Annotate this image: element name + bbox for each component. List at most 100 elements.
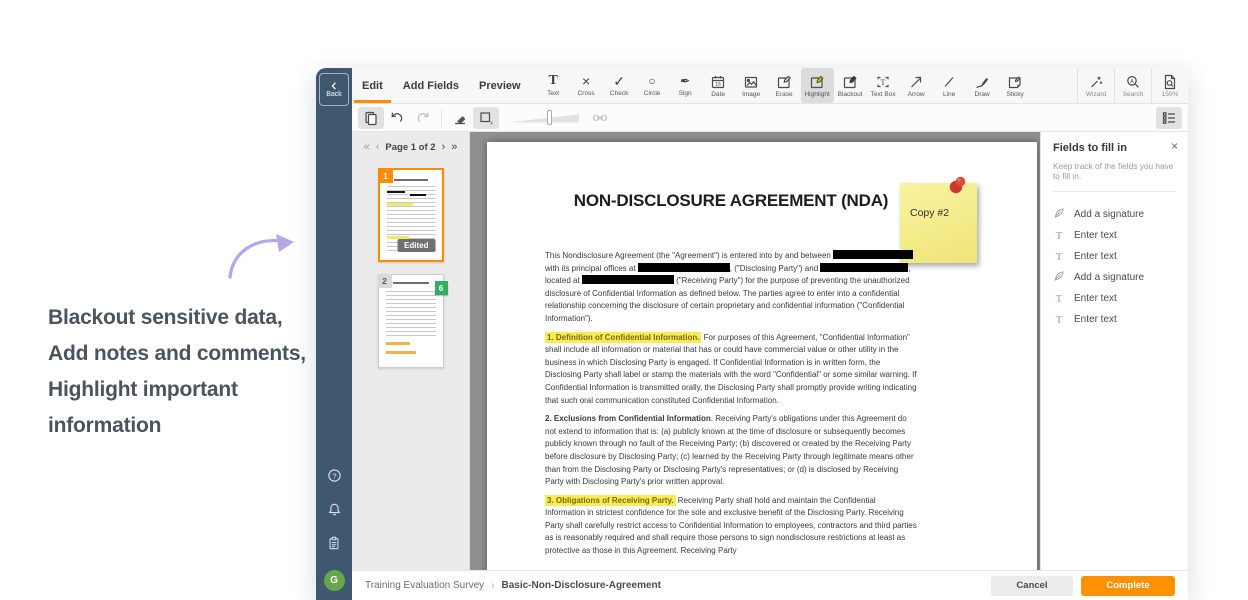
crop-tool-button[interactable]: x <box>473 107 499 129</box>
svg-text:?: ? <box>332 471 336 480</box>
field-item-signature[interactable]: Add a signature <box>1053 204 1176 225</box>
fields-list-toggle-button[interactable] <box>1156 107 1182 129</box>
text-field-icon: T <box>1053 314 1065 326</box>
slider-thumb[interactable] <box>547 110 552 125</box>
tab-preview[interactable]: Preview <box>469 68 531 103</box>
image-tool-button[interactable]: Image <box>735 68 768 103</box>
blackout-redaction[interactable] <box>638 263 730 272</box>
thumbnail-highlight <box>387 203 413 206</box>
back-button[interactable]: Back <box>319 73 349 106</box>
cancel-button[interactable]: Cancel <box>991 576 1073 596</box>
back-label: Back <box>326 91 342 98</box>
date-tool-button[interactable]: 15 Date <box>702 68 735 103</box>
footer-bar: Training Evaluation Survey › Basic-Non-D… <box>352 570 1188 600</box>
slider-track <box>507 112 579 124</box>
pages-panel-toggle-button[interactable] <box>358 107 384 129</box>
page-thumbnail-2[interactable]: 2 6 <box>378 274 444 368</box>
svg-text:A: A <box>1130 79 1134 85</box>
toolbar-divider <box>441 109 442 127</box>
svg-text:x: x <box>490 120 493 126</box>
redo-icon <box>415 110 431 126</box>
highlight-tool-button[interactable]: Highlight <box>801 68 834 103</box>
thumbnail-field <box>386 351 416 354</box>
close-icon[interactable]: × <box>1171 140 1178 152</box>
page-indicator: Page 1 of 2 <box>385 142 435 153</box>
thumbnail-redaction <box>387 191 405 193</box>
first-page-button[interactable]: « <box>364 141 370 153</box>
line-tool-button[interactable]: Line <box>933 68 966 103</box>
field-item-text[interactable]: T Enter text <box>1053 288 1176 309</box>
breadcrumb-survey-link[interactable]: Training Evaluation Survey <box>365 580 484 591</box>
crop-icon: x <box>478 110 494 126</box>
page-thumbnail-1[interactable]: 1 Edited <box>378 168 444 262</box>
document-page[interactable]: NON-DISCLOSURE AGREEMENT (NDA) Copy #2 T… <box>487 142 1037 570</box>
fields-panel-subtitle: Keep track of the fields you have to fil… <box>1053 161 1176 192</box>
circle-tool-button[interactable]: ○ Circle <box>636 68 669 103</box>
textbox-tool-button[interactable]: T Text Box <box>867 68 900 103</box>
body-text: . Receiving Party's obligations under th… <box>545 414 914 486</box>
sign-tool-button[interactable]: ✒ Sign <box>669 68 702 103</box>
feather-signature-icon <box>1053 207 1065 222</box>
body-text: , ("Disclosing Party") and <box>730 264 821 273</box>
app-window: Back ? G Edit Add Fields Preview <box>316 68 1188 600</box>
eraser-button[interactable] <box>447 107 473 129</box>
search-button[interactable]: A Search <box>1114 68 1151 103</box>
sticky-tool-button[interactable]: Sticky <box>999 68 1032 103</box>
feather-signature-icon <box>1053 270 1065 285</box>
check-tool-button[interactable]: ✓ Check <box>603 68 636 103</box>
erase-tool-button[interactable]: Erase <box>768 68 801 103</box>
sticky-note-text: Copy #2 <box>910 207 949 219</box>
previous-page-button[interactable]: ‹ <box>376 141 380 153</box>
complete-button[interactable]: Complete <box>1081 576 1175 596</box>
svg-text:T: T <box>881 78 886 87</box>
undo-button[interactable] <box>384 107 410 129</box>
tab-add-fields[interactable]: Add Fields <box>393 68 469 103</box>
blackout-tool-button[interactable]: Blackout <box>834 68 867 103</box>
content-area: « ‹ Page 1 of 2 › » 1 Edite <box>352 132 1188 570</box>
wizard-button[interactable]: Wizard <box>1077 68 1114 103</box>
blackout-redaction[interactable] <box>820 263 908 272</box>
field-item-text[interactable]: T Enter text <box>1053 225 1176 246</box>
user-avatar[interactable]: G <box>324 570 345 591</box>
edited-badge: Edited <box>397 239 435 252</box>
text-tool-button[interactable]: T Text <box>537 68 570 103</box>
thickness-slider[interactable] <box>507 112 579 124</box>
last-page-button[interactable]: » <box>451 141 457 153</box>
help-icon[interactable]: ? <box>327 468 342 488</box>
document-zoom-icon <box>1162 74 1178 90</box>
fields-panel: Fields to fill in × Keep track of the fi… <box>1040 132 1188 570</box>
zoom-level-button[interactable]: 150% <box>1151 68 1188 103</box>
textbox-icon: T <box>875 74 891 90</box>
check-icon: ✓ <box>613 74 625 89</box>
field-item-text[interactable]: T Enter text <box>1053 309 1176 330</box>
breadcrumb: Training Evaluation Survey › Basic-Non-D… <box>365 580 661 591</box>
tool-buttons: T Text × Cross ✓ Check ○ Circle <box>537 68 1032 103</box>
draw-tool-button[interactable]: Draw <box>966 68 999 103</box>
body-text: This Nondisclosure Agreement (the "Agree… <box>545 251 833 260</box>
arrow-tool-button[interactable]: Arrow <box>900 68 933 103</box>
document-viewport: NON-DISCLOSURE AGREEMENT (NDA) Copy #2 T… <box>470 132 1040 570</box>
redo-button[interactable] <box>410 107 436 129</box>
highlight-annotation[interactable]: 3. Obligations of Receiving Party. <box>545 495 676 506</box>
body-text: with its principal offices at <box>545 264 638 273</box>
draw-pen-icon <box>974 74 990 90</box>
highlight-annotation[interactable]: 1. Definition of Confidential Informatio… <box>545 332 701 343</box>
line-icon <box>941 74 957 90</box>
thumbnails-panel: « ‹ Page 1 of 2 › » 1 Edite <box>352 132 470 570</box>
field-item-text[interactable]: T Enter text <box>1053 246 1176 267</box>
tasks-clipboard-icon[interactable] <box>327 536 341 555</box>
blackout-icon <box>842 74 858 90</box>
link-button[interactable] <box>587 107 613 129</box>
field-item-signature[interactable]: Add a signature <box>1053 267 1176 288</box>
toolbar-right-group: Wizard A Search 150% <box>1077 68 1188 103</box>
next-page-button[interactable]: › <box>442 141 446 153</box>
thumbnail-text-lines <box>386 291 436 337</box>
blackout-redaction[interactable] <box>833 250 913 259</box>
magic-wand-icon <box>1088 74 1104 90</box>
fields-list: Add a signature T Enter text T Enter tex… <box>1053 204 1176 330</box>
blackout-redaction[interactable] <box>582 275 674 284</box>
signature-pen-icon: ✒ <box>680 74 690 89</box>
cross-tool-button[interactable]: × Cross <box>570 68 603 103</box>
tab-edit[interactable]: Edit <box>352 68 393 103</box>
notifications-bell-icon[interactable] <box>327 502 342 522</box>
